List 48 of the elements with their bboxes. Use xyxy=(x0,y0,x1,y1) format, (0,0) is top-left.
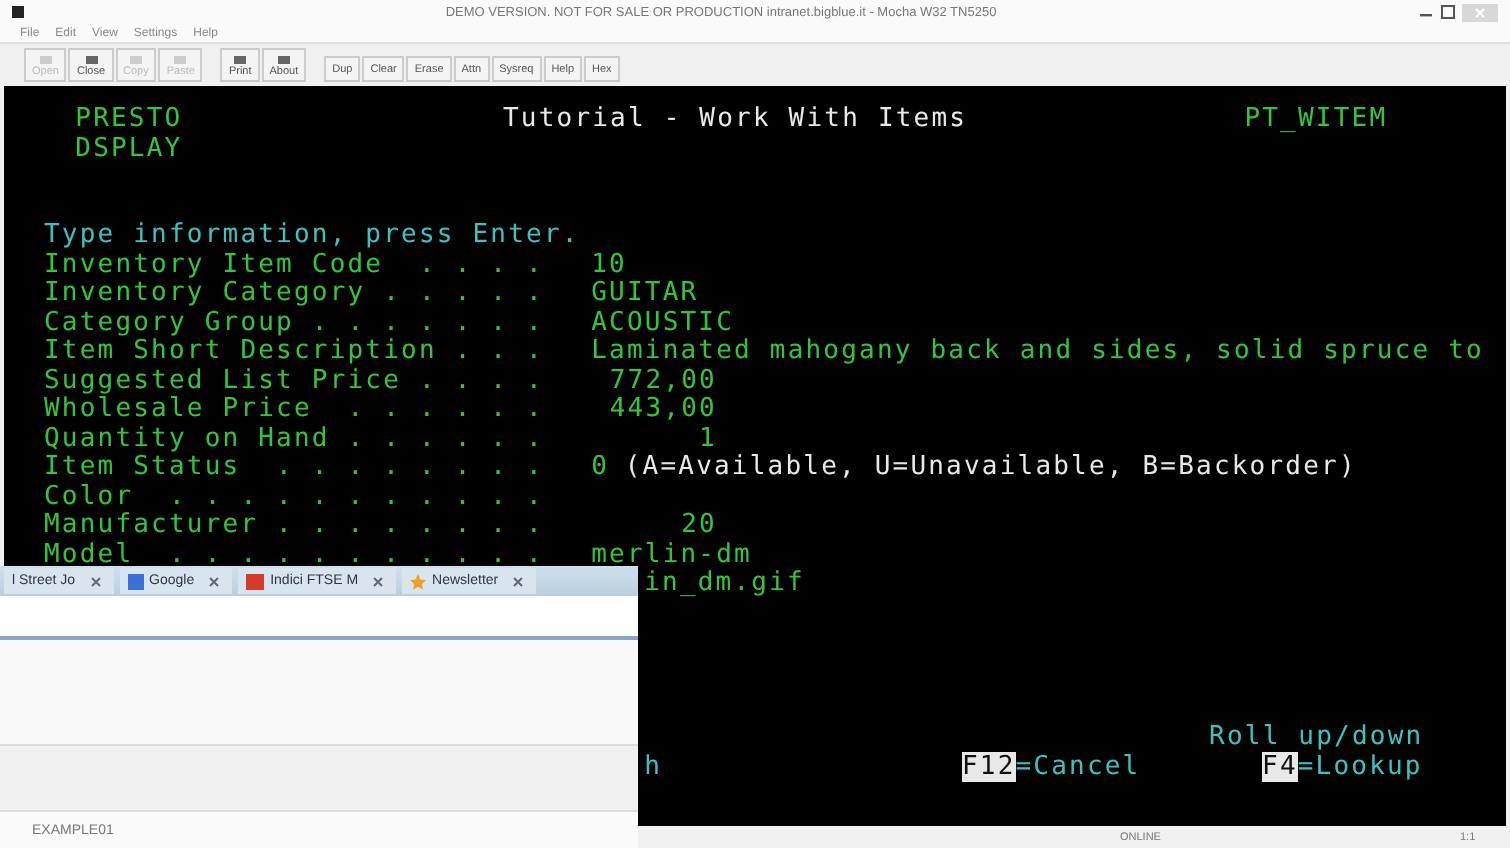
field-label: Item Short Description . . . xyxy=(44,338,546,367)
field-value[interactable]: 1 xyxy=(575,425,717,454)
maximize-icon[interactable] xyxy=(1440,4,1456,20)
field-label: Inventory Category . . . . . xyxy=(44,280,546,309)
field-label: Manufacturer . . . . . . . . xyxy=(44,512,546,541)
field-value[interactable]: 443,00 xyxy=(575,396,717,425)
close-icon[interactable] xyxy=(89,575,102,587)
toolbar-icon xyxy=(275,53,292,65)
field-value[interactable]: GUITAR xyxy=(591,280,699,309)
toolbar-icon xyxy=(232,53,249,65)
field-label: Suggested List Price . . . . xyxy=(44,367,546,396)
close-icon[interactable] xyxy=(208,575,221,587)
function-key[interactable]: F12=Cancel xyxy=(961,753,1263,782)
display-mode: DSPLAY xyxy=(73,135,185,164)
field-hint: (A=Available, U=Unavailable, B=Backorder) xyxy=(624,454,1357,483)
field-label: Model . . . . . . . . . . . xyxy=(44,541,546,570)
app-icon xyxy=(12,6,24,18)
star-icon xyxy=(410,573,427,589)
field-label: Wholesale Price . . . . . . xyxy=(44,396,546,425)
close-icon[interactable] xyxy=(512,575,525,587)
toolbar-icon xyxy=(83,53,99,65)
program-name: PT_WITEM xyxy=(1244,106,1388,135)
field-value[interactable]: 772,00 xyxy=(575,367,717,396)
close-icon[interactable] xyxy=(372,575,385,587)
favicon-icon xyxy=(127,573,144,589)
favicon-icon xyxy=(246,573,265,589)
function-key[interactable]: F4=Lookup xyxy=(1262,753,1423,782)
field-label: Quantity on Hand . . . . . . xyxy=(44,425,546,454)
field-value[interactable]: in_dm.gif xyxy=(644,570,805,599)
field-value[interactable]: 20 xyxy=(575,512,717,541)
field-value[interactable]: Laminated mahogany back and sides, solid spruce to xyxy=(591,338,1484,367)
instruction-text: Type information, press Enter. xyxy=(44,222,580,251)
toolbar-icon xyxy=(127,53,144,65)
field-label: Item Status . . . . . . . . xyxy=(44,454,546,483)
system-name: PRESTO xyxy=(73,106,185,135)
screen-title: Tutorial - Work With Items xyxy=(502,106,970,135)
toolbar-icon xyxy=(37,53,54,65)
field-value[interactable]: 0 xyxy=(591,454,610,483)
roll-hint: Roll up/down xyxy=(1209,724,1424,753)
field-label: Color . . . . . . . . . . . xyxy=(44,483,546,512)
address-bar[interactable] xyxy=(0,596,638,640)
field-label: Category Group . . . . . . . xyxy=(44,309,546,338)
toolbar-icon xyxy=(172,53,189,65)
field-value[interactable]: ACOUSTIC xyxy=(591,309,735,338)
field-label: Inventory Item Code . . . . xyxy=(44,251,546,280)
field-value[interactable]: merlin-dm xyxy=(591,541,752,570)
field-value[interactable]: 10 xyxy=(591,251,627,280)
function-key-text: h xyxy=(644,753,665,782)
